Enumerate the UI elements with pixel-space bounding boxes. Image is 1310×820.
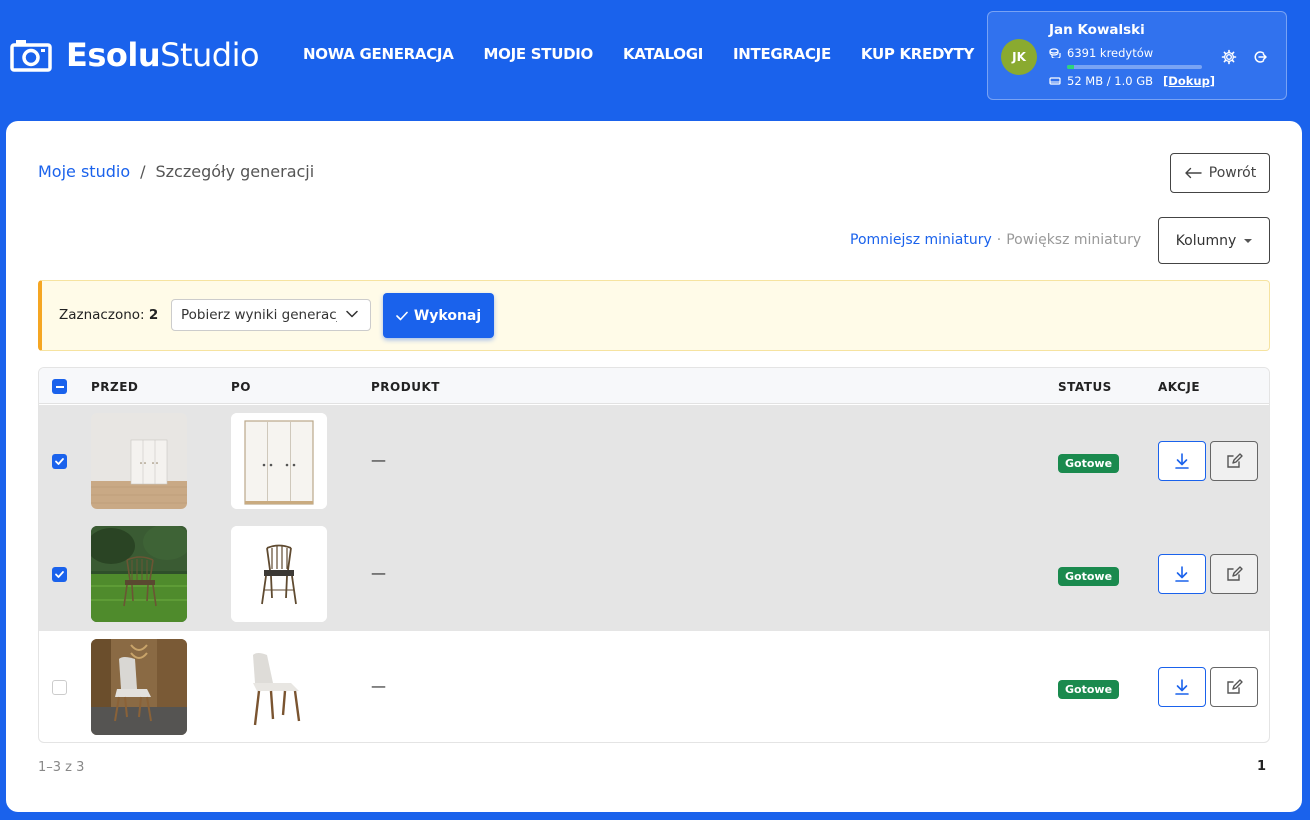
chevron-down-icon [346, 310, 358, 318]
edit-icon [1227, 679, 1243, 694]
after-image[interactable] [231, 639, 327, 735]
bulk-action-select[interactable]: Pobierz wyniki generacji [171, 299, 371, 331]
nav-katalogi[interactable]: KATALOGI [623, 45, 703, 63]
user-name: Jan Kowalski [1049, 22, 1145, 38]
main-card: Moje studio / Szczegóły generacji Powrót… [6, 121, 1302, 812]
column-header-product[interactable]: PRODUKT [371, 380, 440, 394]
product-value: — [371, 451, 386, 469]
nav-integracje[interactable]: INTEGRACJE [733, 45, 831, 63]
logout-icon[interactable] [1252, 49, 1268, 65]
table-row[interactable]: — Gotowe [39, 518, 1269, 631]
execute-button-label: Wykonaj [413, 307, 482, 324]
columns-button-label: Kolumny [1175, 232, 1237, 249]
storage-bar-fill [1067, 65, 1074, 69]
table-row[interactable]: — Gotowe [39, 405, 1269, 518]
product-value: — [371, 564, 386, 582]
column-header-status[interactable]: STATUS [1058, 380, 1112, 394]
download-icon [1175, 453, 1189, 469]
after-image[interactable] [231, 526, 327, 622]
after-image[interactable] [231, 413, 327, 509]
minus-icon [55, 385, 64, 388]
breadcrumb-separator: / [140, 162, 146, 181]
brand-name: EsoluStudio [66, 36, 260, 74]
selection-bar: Zaznaczono: 2 Pobierz wyniki generacji W… [38, 280, 1270, 351]
thumb-links-separator: · [996, 232, 1002, 248]
before-image[interactable] [91, 526, 187, 622]
enlarge-thumbnails-link[interactable]: Powiększ miniatury [1006, 232, 1141, 248]
generation-table: PRZED PO PRODUKT STATUS AKCJE — Gotowe —… [38, 367, 1270, 743]
main-nav: NOWA GENERACJA MOJE STUDIO KATALOGI INTE… [303, 45, 974, 63]
row-checkbox[interactable] [52, 567, 67, 582]
selection-count-label: Zaznaczono: [59, 307, 145, 323]
selection-count: Zaznaczono: 2 [59, 307, 158, 323]
storage-info: 52 MB / 1.0 GB [Dokup] [1049, 74, 1215, 88]
download-button[interactable] [1158, 441, 1206, 481]
thumbnail-size-controls: Pomniejsz miniatury · Powiększ miniatury [850, 232, 1141, 248]
before-image[interactable] [91, 413, 187, 509]
shrink-thumbnails-link[interactable]: Pomniejsz miniatury [850, 232, 992, 248]
edit-icon [1227, 453, 1243, 468]
storage-bar [1067, 65, 1202, 69]
breadcrumb-current: Szczegóły generacji [155, 162, 315, 181]
nav-moje-studio[interactable]: MOJE STUDIO [484, 45, 594, 63]
column-header-before[interactable]: PRZED [91, 380, 138, 394]
download-icon [1175, 566, 1189, 582]
table-header: PRZED PO PRODUKT STATUS AKCJE [39, 368, 1269, 404]
execute-button[interactable]: Wykonaj [383, 293, 494, 338]
select-all-checkbox[interactable] [52, 379, 67, 394]
back-button-label: Powrót [1208, 165, 1257, 181]
edit-icon [1227, 566, 1243, 581]
selection-count-value: 2 [148, 307, 159, 323]
brand-logo[interactable]: EsoluStudio [10, 36, 260, 74]
edit-button[interactable] [1210, 667, 1258, 707]
caret-down-icon [1244, 238, 1253, 243]
download-button[interactable] [1158, 554, 1206, 594]
table-row[interactable]: — Gotowe [39, 631, 1269, 742]
pagination-page[interactable]: 1 [1257, 759, 1266, 774]
breadcrumb-root-link[interactable]: Moje studio [38, 162, 130, 181]
camera-icon [10, 40, 52, 72]
pagination-range: 1–3 z 3 [38, 760, 85, 775]
column-header-actions: AKCJE [1158, 380, 1201, 394]
avatar[interactable]: JK [1001, 39, 1037, 75]
credits-info: 6391 kredytów [1049, 46, 1153, 60]
check-icon [55, 571, 64, 578]
edit-button[interactable] [1210, 554, 1258, 594]
back-button[interactable]: Powrót [1170, 153, 1270, 193]
nav-kup-kredyty[interactable]: KUP KREDYTY [861, 45, 975, 63]
edit-button[interactable] [1210, 441, 1258, 481]
credits-count: 6391 kredytów [1067, 46, 1154, 60]
row-checkbox[interactable] [52, 680, 67, 695]
download-icon [1175, 679, 1189, 695]
column-header-after[interactable]: PO [231, 380, 251, 394]
breadcrumb: Moje studio / Szczegóły generacji [38, 162, 314, 181]
storage-usage: 52 MB / 1.0 GB [1067, 74, 1154, 88]
status-badge: Gotowe [1058, 567, 1120, 586]
storage-topup-link[interactable]: [Dokup] [1163, 74, 1215, 88]
arrow-left-icon [1185, 167, 1202, 179]
bulk-action-value: Pobierz wyniki generacji [181, 307, 337, 323]
top-header: EsoluStudio NOWA GENERACJA MOJE STUDIO K… [0, 0, 1310, 112]
before-image[interactable] [91, 639, 187, 735]
row-checkbox[interactable] [52, 454, 67, 469]
status-badge: Gotowe [1058, 680, 1120, 699]
drive-icon [1049, 77, 1061, 85]
nav-nowa-generacja[interactable]: NOWA GENERACJA [303, 45, 454, 63]
download-button[interactable] [1158, 667, 1206, 707]
check-icon [396, 311, 408, 320]
user-card: JK Jan Kowalski 6391 kredytów 52 MB / 1.… [987, 11, 1287, 100]
check-icon [55, 458, 64, 465]
product-value: — [371, 677, 386, 695]
gear-icon[interactable] [1221, 49, 1237, 65]
coins-icon [1049, 48, 1061, 58]
columns-dropdown-button[interactable]: Kolumny [1158, 217, 1270, 264]
status-badge: Gotowe [1058, 454, 1120, 473]
